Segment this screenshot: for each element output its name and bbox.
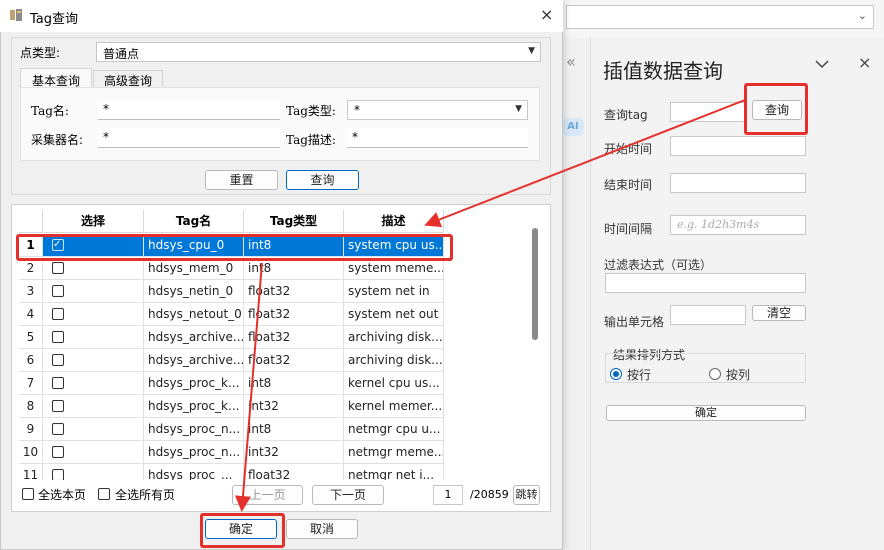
arrow-to-table-header	[424, 99, 746, 228]
annotation-arrows	[235, 99, 746, 512]
arrow-to-confirm-button	[235, 262, 263, 512]
